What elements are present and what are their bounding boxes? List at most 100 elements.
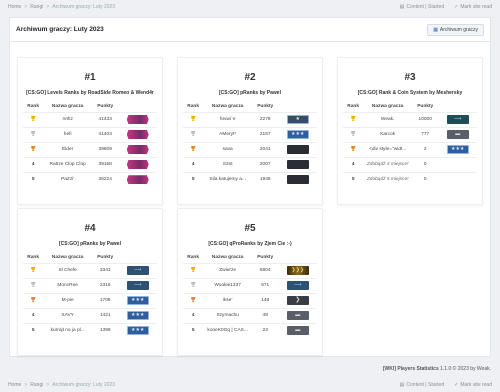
- page-title: Archiwum graczy: Luty 2023: [16, 26, 104, 33]
- table-header-row: Rank Nazwa gracza Punkty: [183, 102, 317, 112]
- column-header: [438, 102, 477, 112]
- player-name[interactable]: <div style="widt...: [363, 141, 413, 157]
- player-points: 41433: [92, 111, 119, 127]
- rank-badge-cell: [118, 111, 157, 127]
- player-name[interactable]: kurrajt no ja pl...: [43, 322, 93, 338]
- table-row: hefi 41403: [23, 126, 157, 142]
- breadcrumb-rangi[interactable]: Rangi: [30, 382, 43, 388]
- trophy-silver-icon: [190, 131, 196, 136]
- rank-badge-cell: [438, 171, 477, 187]
- breadcrumb: Home > Rangi > Archiwum graczy: Luty 202…: [8, 4, 115, 10]
- trophy-silver-icon: [30, 131, 36, 136]
- player-name[interactable]: Szymachu: [203, 307, 253, 323]
- table-row: 5 koneK0Gq | CAS... 23 ▬: [183, 322, 317, 338]
- rank-badge-icon: ⟶: [126, 281, 149, 290]
- player-points: 6804: [252, 262, 279, 278]
- rank-badge-cell: ⟶: [438, 111, 477, 127]
- breadcrumb-separator: >: [24, 4, 28, 10]
- player-name[interactable]: rvthz: [43, 111, 93, 127]
- player-name[interactable]: PaZzi': [43, 171, 93, 187]
- player-name[interactable]: sava: [203, 141, 253, 157]
- player-points: 2278: [252, 111, 279, 127]
- trophy-bronze-icon: [30, 297, 36, 302]
- mark-read-link[interactable]: ✓ Mark site read: [454, 382, 492, 388]
- player-name[interactable]: heavi`e: [203, 111, 253, 127]
- table-row: 4 S3nt 2007: [183, 156, 317, 172]
- player-name[interactable]: AMeryt*: [203, 126, 253, 142]
- trophy-icon: [183, 277, 204, 293]
- trophy-bronze-icon: [190, 146, 196, 151]
- player-points: 148: [252, 292, 279, 308]
- table-row: MoncRee 2316 ⟶: [23, 277, 157, 293]
- trophy-gold-icon: [350, 116, 356, 121]
- table-header-row: Rank Nazwa gracza Punkty: [23, 253, 157, 263]
- trophy-icon: [343, 126, 364, 142]
- table-row: 5 kurrajt no ja pl... 1399 ★★★: [23, 322, 157, 338]
- column-header: Nazwa gracza: [51, 255, 84, 261]
- rank-number: 5: [23, 171, 44, 187]
- breadcrumb-home[interactable]: Home: [8, 4, 21, 10]
- rank-badge-cell: ★★★: [118, 307, 157, 323]
- table-row: 5 Zdobądź 5 miejsce! 0: [343, 171, 477, 187]
- table-row: Elder 39809: [23, 141, 157, 157]
- player-name[interactable]: Karcok: [363, 126, 413, 142]
- rank-badge-cell: ❯❯❯: [278, 262, 317, 278]
- rank-system-name: [CS:GO] pRanks by Pawel: [59, 241, 121, 247]
- trophy-bronze-icon: [350, 146, 356, 151]
- archive-button[interactable]: ▦ Archiwum graczy: [427, 23, 484, 36]
- ranking-card: #4 [CS:GO] pRanks by Pawel Rank Nazwa gracz…: [17, 208, 163, 356]
- table-row: 5 Sila katujemy a... 1946: [183, 171, 317, 187]
- column-header: Punkty: [257, 104, 274, 110]
- player-points: 1399: [92, 322, 119, 338]
- trophy-gold-icon: [190, 116, 196, 121]
- rank-badge-icon: ▬: [286, 326, 309, 336]
- player-name[interactable]: S3nt: [203, 156, 253, 172]
- column-header: Rank: [27, 255, 40, 261]
- trophy-silver-icon: [350, 131, 356, 136]
- rank-number: 4: [183, 156, 204, 172]
- player-points: 48: [252, 307, 279, 323]
- player-name[interactable]: M-pie: [43, 292, 93, 308]
- player-name[interactable]: hefi: [43, 126, 93, 142]
- breadcrumb-separator: >: [46, 382, 50, 388]
- player-points: 0: [412, 156, 439, 172]
- rank-badge-cell: ★: [278, 111, 317, 127]
- player-name[interactable]: MoncRee: [43, 277, 93, 293]
- rank-badge-cell: [118, 141, 157, 157]
- rank-badge-cell: [118, 156, 157, 172]
- player-name[interactable]: Wookie1337: [203, 277, 253, 293]
- player-name[interactable]: Elder: [43, 141, 93, 157]
- mark-read-link[interactable]: ✓ Mark site read: [454, 4, 492, 10]
- rank-badge-cell: ★★★: [438, 141, 477, 157]
- table-row: Zwierze 6804 ❯❯❯: [183, 262, 317, 278]
- column-header: [278, 102, 317, 112]
- rank-badge-icon: ▬: [286, 311, 309, 320]
- rank-badge-icon: ⟶: [446, 115, 469, 124]
- player-points: 1946: [252, 171, 279, 187]
- content-started-link[interactable]: ▤ Content | Started: [400, 4, 444, 10]
- rank-badge-cell: [118, 171, 157, 187]
- content-started-link[interactable]: ▤ Content | Started: [400, 382, 444, 388]
- player-name[interactable]: XAVY: [43, 307, 93, 323]
- table-row: rvthz 41433: [23, 111, 157, 127]
- player-name[interactable]: Ra5ze Clop Clop: [43, 156, 93, 172]
- rank-badge-cell: ⟶: [278, 277, 317, 293]
- breadcrumb-home[interactable]: Home: [8, 382, 21, 388]
- player-name[interactable]: Sl Chefe: [43, 262, 93, 278]
- rank-badge-cell: ★★★: [118, 292, 157, 308]
- player-points: 2: [412, 141, 439, 157]
- card-number: #4: [84, 223, 96, 234]
- player-name[interactable]: Zwierze: [203, 262, 253, 278]
- breadcrumb-rangi[interactable]: Rangi: [30, 4, 43, 10]
- breadcrumb-separator: >: [24, 382, 28, 388]
- player-name[interactable]: ikse': [203, 292, 253, 308]
- player-name[interactable]: Sila katujemy a...: [203, 171, 253, 187]
- column-header: Nazwa gracza: [211, 255, 244, 261]
- player-name[interactable]: Weak.: [363, 111, 413, 127]
- column-header: Rank: [187, 255, 200, 261]
- trophy-bronze-icon: [190, 297, 196, 302]
- rank-number: 4: [343, 156, 364, 172]
- player-name[interactable]: koneK0Gq | CAS...: [203, 322, 253, 338]
- table-row: 4 Zdobądź 4 miejsce! 0: [343, 156, 477, 172]
- rank-number: 4: [183, 307, 204, 323]
